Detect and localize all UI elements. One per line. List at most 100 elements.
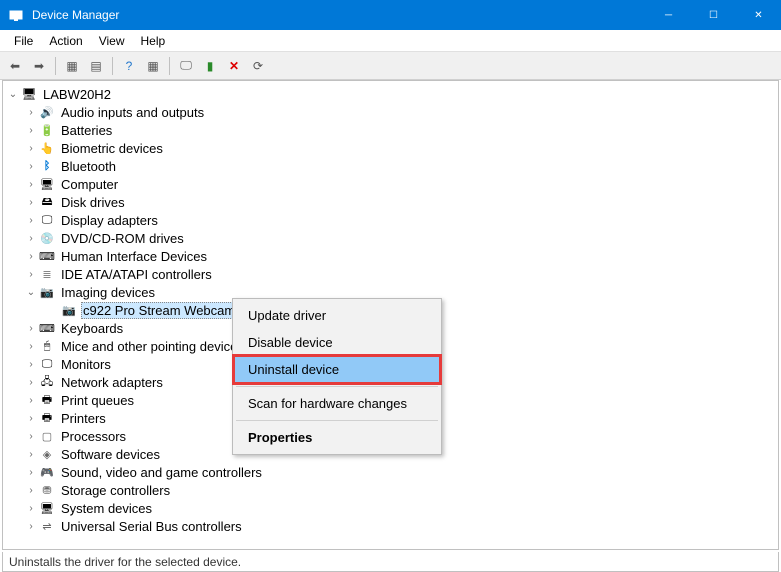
app-icon [8, 7, 24, 23]
titlebar[interactable]: Device Manager ─ ☐ ✕ [0, 0, 781, 30]
context-menu-item-update-driver[interactable]: Update driver [234, 302, 440, 329]
expand-arrow-icon[interactable] [25, 197, 37, 208]
tree-node-label: Audio inputs and outputs [59, 105, 206, 120]
expand-arrow-icon[interactable] [25, 503, 37, 514]
scan-hardware-button[interactable]: 🖵 [175, 55, 197, 77]
tree-node-cat-4[interactable]: Computer [3, 175, 778, 193]
net-icon [39, 374, 55, 390]
tree-node-cat-19[interactable]: Sound, video and game controllers [3, 463, 778, 481]
properties-button[interactable]: ▤ [85, 55, 107, 77]
tree-node-cat-9[interactable]: IDE ATA/ATAPI controllers [3, 265, 778, 283]
batt-icon [39, 122, 55, 138]
context-menu-item-disable-device[interactable]: Disable device [234, 329, 440, 356]
tree-node-cat-20[interactable]: Storage controllers [3, 481, 778, 499]
expand-arrow-icon[interactable] [25, 143, 37, 154]
expand-arrow-icon[interactable] [25, 449, 37, 460]
context-menu-item-scan-for-hardware-changes[interactable]: Scan for hardware changes [234, 390, 440, 417]
tree-node-cat-8[interactable]: Human Interface Devices [3, 247, 778, 265]
tree-node-label: Computer [59, 177, 120, 192]
expand-arrow-icon[interactable] [7, 89, 19, 100]
expand-arrow-icon[interactable] [25, 233, 37, 244]
printq-icon [39, 392, 55, 408]
tree-node-cat-21[interactable]: System devices [3, 499, 778, 517]
uninstall-button[interactable]: ✕ [223, 55, 245, 77]
expand-arrow-icon[interactable] [25, 467, 37, 478]
bt-icon [39, 158, 55, 174]
status-text: Uninstalls the driver for the selected d… [9, 555, 241, 569]
back-button[interactable]: ⬅ [4, 55, 26, 77]
close-button[interactable]: ✕ [736, 0, 781, 30]
expand-arrow-icon[interactable] [25, 341, 37, 352]
bio-icon [39, 140, 55, 156]
tree-node-cat-0[interactable]: Audio inputs and outputs [3, 103, 778, 121]
tree-node-label: Display adapters [59, 213, 160, 228]
tree-node-label: Printers [59, 411, 108, 426]
expand-arrow-icon[interactable] [25, 161, 37, 172]
tree-node-root[interactable]: LABW20H2 [3, 85, 778, 103]
sw-icon [39, 446, 55, 462]
minimize-button[interactable]: ─ [646, 0, 691, 30]
menubar: File Action View Help [0, 30, 781, 52]
tree-node-cat-5[interactable]: Disk drives [3, 193, 778, 211]
kbd-icon [39, 320, 55, 336]
view-button[interactable]: ▦ [61, 55, 83, 77]
help-button[interactable]: ? [118, 55, 140, 77]
expand-arrow-icon[interactable] [25, 215, 37, 226]
print-icon [39, 410, 55, 426]
expand-arrow-icon[interactable] [25, 125, 37, 136]
comp-icon [39, 176, 55, 192]
expand-arrow-icon[interactable] [25, 431, 37, 442]
forward-button[interactable]: ➡ [28, 55, 50, 77]
hid-icon [39, 248, 55, 264]
menu-action[interactable]: Action [41, 32, 90, 50]
add-legacy-button[interactable]: ▮ [199, 55, 221, 77]
expand-arrow-icon[interactable] [25, 485, 37, 496]
menu-help[interactable]: Help [133, 32, 174, 50]
show-hidden-button[interactable]: ▦ [142, 55, 164, 77]
disp-icon [39, 212, 55, 228]
context-menu-separator [236, 386, 438, 387]
expand-arrow-icon[interactable] [25, 521, 37, 532]
menu-view[interactable]: View [91, 32, 133, 50]
tree-node-cat-7[interactable]: DVD/CD-ROM drives [3, 229, 778, 247]
expand-arrow-icon[interactable] [25, 251, 37, 262]
expand-arrow-icon[interactable] [25, 359, 37, 370]
maximize-button[interactable]: ☐ [691, 0, 736, 30]
toolbar-separator [55, 57, 56, 75]
toolbar-separator [112, 57, 113, 75]
menu-file[interactable]: File [6, 32, 41, 50]
update-driver-button[interactable]: ⟳ [247, 55, 269, 77]
sys-icon [39, 500, 55, 516]
tree-node-cat-22[interactable]: Universal Serial Bus controllers [3, 517, 778, 535]
expand-arrow-icon[interactable] [25, 269, 37, 280]
expand-arrow-icon[interactable] [25, 287, 37, 298]
context-menu-item-properties[interactable]: Properties [234, 424, 440, 451]
tree-node-cat-1[interactable]: Batteries [3, 121, 778, 139]
mouse-icon [39, 338, 55, 354]
tree-node-cat-6[interactable]: Display adapters [3, 211, 778, 229]
expand-arrow-icon[interactable] [25, 413, 37, 424]
img-icon [39, 284, 55, 300]
tree-node-label: System devices [59, 501, 154, 516]
tree-node-label: Imaging devices [59, 285, 157, 300]
tree-node-label: Batteries [59, 123, 114, 138]
toolbar-separator [169, 57, 170, 75]
tree-node-label: Bluetooth [59, 159, 118, 174]
expand-arrow-icon[interactable] [25, 377, 37, 388]
tree-node-label: Print queues [59, 393, 136, 408]
tree-node-label: Sound, video and game controllers [59, 465, 264, 480]
tree-node-label: IDE ATA/ATAPI controllers [59, 267, 214, 282]
tree-node-label: Disk drives [59, 195, 127, 210]
expand-arrow-icon[interactable] [25, 323, 37, 334]
disk-icon [39, 194, 55, 210]
expand-arrow-icon[interactable] [25, 395, 37, 406]
context-menu-item-uninstall-device[interactable]: Uninstall device [234, 356, 440, 383]
tree-node-cat-2[interactable]: Biometric devices [3, 139, 778, 157]
expand-arrow-icon[interactable] [25, 107, 37, 118]
tree-node-label: LABW20H2 [41, 87, 113, 102]
mon-icon [39, 356, 55, 372]
tree-node-cat-3[interactable]: Bluetooth [3, 157, 778, 175]
tree-node-label: Keyboards [59, 321, 125, 336]
expand-arrow-icon[interactable] [25, 179, 37, 190]
statusbar: Uninstalls the driver for the selected d… [2, 552, 779, 572]
